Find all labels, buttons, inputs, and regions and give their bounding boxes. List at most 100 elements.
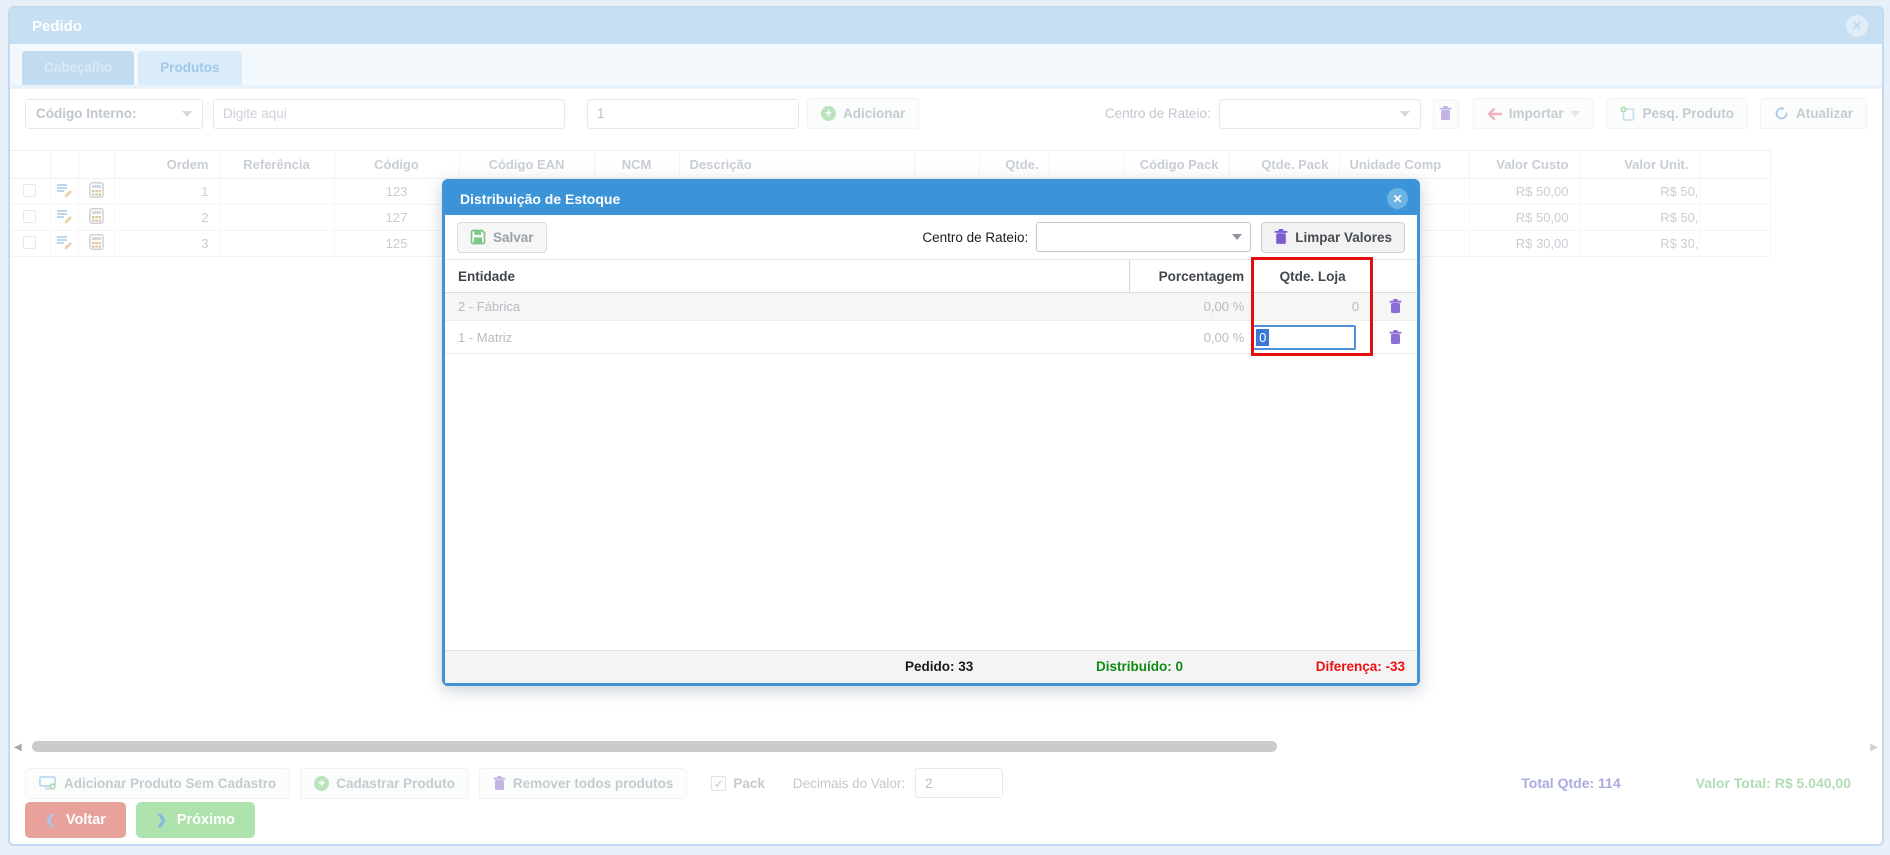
import-arrow-icon: [1487, 108, 1502, 120]
register-product-button[interactable]: + Cadastrar Produto: [300, 768, 469, 799]
totals: Total Qtde: 114 Valor Total: R$ 5.040,00: [1521, 775, 1867, 791]
cell-valor-unit: R$ 50,: [1579, 179, 1699, 205]
edit-icon[interactable]: [56, 182, 72, 198]
next-button[interactable]: ❯ Próximo: [136, 802, 255, 838]
plus-icon: +: [821, 106, 836, 121]
cell-codigo: 123: [334, 179, 459, 205]
code-type-select[interactable]: Código Interno:: [25, 99, 203, 129]
modal-title: Distribuição de Estoque: [445, 191, 620, 207]
chevron-right-icon: ❯: [156, 812, 167, 828]
col-ordem: Ordem: [114, 151, 219, 179]
footer-pedido: Pedido: 33: [905, 659, 973, 674]
product-search-input[interactable]: [213, 99, 565, 129]
modal-footer: Pedido: 33 Distribuído: 0 Diferença: -33: [445, 650, 1417, 683]
selected-text: 0: [1256, 329, 1269, 346]
search-product-button[interactable]: Pesq. Produto: [1606, 98, 1748, 129]
cell-valor-custo: R$ 50,00: [1469, 179, 1579, 205]
scrollbar-thumb[interactable]: [32, 741, 1277, 752]
remove-all-products-button[interactable]: Remover todos produtos: [479, 768, 688, 799]
cell-codigo: 125: [334, 231, 459, 257]
row-checkbox[interactable]: [23, 184, 36, 197]
window-titlebar: Pedido ✕: [10, 8, 1882, 44]
cell-qtde-loja: 0: [1252, 299, 1373, 314]
col-porcentagem: Porcentagem: [1129, 260, 1252, 292]
chevron-down-icon: [182, 111, 192, 117]
clear-values-button[interactable]: Limpar Valores: [1261, 222, 1405, 253]
col-valor-custo: Valor Custo: [1469, 151, 1579, 179]
refresh-button[interactable]: Atualizar: [1760, 98, 1867, 129]
modal-empty-area: [445, 354, 1417, 650]
calculator-icon[interactable]: [89, 182, 104, 198]
clear-rateio-button[interactable]: [1433, 99, 1459, 129]
col-qtde: Qtde.: [979, 151, 1049, 179]
save-disk-icon: [470, 229, 486, 245]
window-title: Pedido: [10, 18, 82, 35]
qtde-loja-input[interactable]: 0: [1252, 325, 1356, 350]
col-codigo-pack: Código Pack: [1124, 151, 1229, 179]
col-codigo-ean: Código EAN: [459, 151, 594, 179]
cell-ordem: 2: [114, 205, 219, 231]
cell-valor-custo: R$ 50,00: [1469, 205, 1579, 231]
col-referencia: Referência: [219, 151, 334, 179]
rateio-select[interactable]: [1219, 99, 1421, 129]
footer-distribuido: Distribuído: 0: [1096, 659, 1183, 674]
col-descricao: Descrição: [679, 151, 914, 179]
add-product-button[interactable]: + Adicionar: [807, 98, 919, 129]
col-qtde-loja: Qtde. Loja: [1252, 260, 1373, 292]
cell-ordem: 3: [114, 231, 219, 257]
back-button[interactable]: ❮ Voltar: [25, 802, 126, 838]
horizontal-scrollbar: ◀ ▶: [14, 741, 1878, 754]
trash-icon[interactable]: [1389, 299, 1402, 314]
distribution-header-row: Entidade Porcentagem Qtde. Loja: [445, 259, 1417, 293]
chevron-down-icon: [1400, 111, 1410, 117]
refresh-icon: [1774, 106, 1789, 121]
import-button[interactable]: Importar: [1473, 98, 1595, 129]
modal-toolbar: Salvar Centro de Rateio: Limpar Valores: [445, 215, 1417, 259]
chevron-down-icon: [1570, 111, 1580, 117]
total-value: Valor Total: R$ 5.040,00: [1696, 775, 1851, 791]
row-checkbox[interactable]: [23, 236, 36, 249]
table-header-row: Ordem Referência Código Código EAN NCM D…: [10, 151, 1770, 179]
scroll-right-icon[interactable]: ▶: [1870, 742, 1878, 753]
cell-codigo: 127: [334, 205, 459, 231]
cell-entidade: 2 - Fábrica: [445, 299, 1129, 314]
cell-valor-custo: R$ 30,00: [1469, 231, 1579, 257]
product-box-icon: [1620, 106, 1635, 122]
trash-icon: [1439, 106, 1452, 121]
quantity-input[interactable]: [587, 99, 799, 129]
select-all-column: [10, 151, 50, 179]
col-qtde-pack: Qtde. Pack: [1229, 151, 1339, 179]
scroll-left-icon[interactable]: ◀: [14, 742, 22, 753]
col-valor-unit: Valor Unit.: [1579, 151, 1699, 179]
window-close-icon[interactable]: ✕: [1846, 15, 1868, 37]
cell-valor-unit: R$ 30,: [1579, 231, 1699, 257]
calculator-icon[interactable]: [89, 208, 104, 224]
plus-icon: +: [314, 776, 329, 791]
add-product-no-register-button[interactable]: Adicionar Produto Sem Cadastro: [25, 768, 290, 799]
calculator-icon[interactable]: [89, 234, 104, 250]
total-qty: Total Qtde: 114: [1521, 775, 1620, 791]
cell-porcentagem: 0,00 %: [1129, 293, 1252, 320]
pack-checkbox[interactable]: ✓ Pack: [711, 776, 765, 791]
edit-icon[interactable]: [56, 208, 72, 224]
trash-icon[interactable]: [1389, 330, 1402, 345]
cell-valor-unit: R$ 50,: [1579, 205, 1699, 231]
decimals-input[interactable]: [915, 768, 1003, 798]
chevron-left-icon: ❮: [45, 812, 56, 828]
product-toolbar: Código Interno: + Adicionar Centro de Ra…: [10, 89, 1882, 138]
edit-icon[interactable]: [56, 234, 72, 250]
tab-cabecalho[interactable]: Cabeçalho: [22, 51, 134, 85]
wizard-nav: ❮ Voltar ❯ Próximo: [25, 802, 255, 842]
row-checkbox[interactable]: [23, 210, 36, 223]
rateio-label: Centro de Rateio:: [1105, 106, 1211, 121]
footer-diferenca: Diferença: -33: [1316, 659, 1405, 674]
save-button[interactable]: Salvar: [457, 222, 547, 253]
trash-icon: [1274, 229, 1288, 245]
modal-rateio-label: Centro de Rateio:: [922, 230, 1028, 245]
tab-produtos[interactable]: Produtos: [138, 51, 241, 85]
cell-ordem: 1: [114, 179, 219, 205]
modal-close-icon[interactable]: ✕: [1387, 188, 1408, 209]
stock-distribution-modal: Distribuição de Estoque ✕ Salvar Centro …: [442, 179, 1420, 686]
modal-rateio-select[interactable]: [1036, 222, 1251, 252]
trash-icon: [493, 776, 506, 791]
